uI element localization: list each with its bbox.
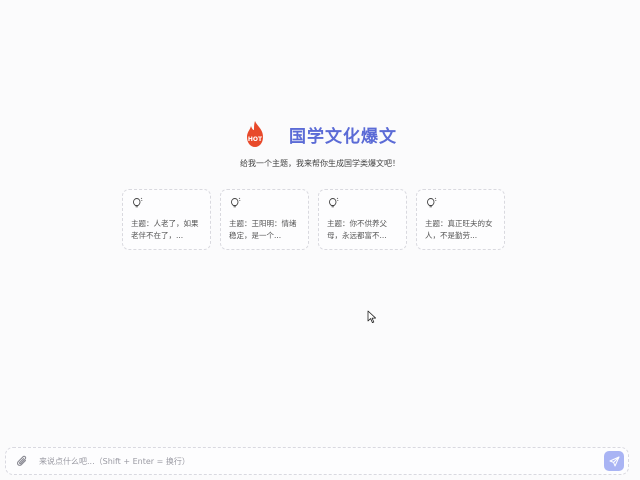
welcome-hero: HOT 国学文化爆文 给我一个主题，我来帮你生成国学类爆文吧！ [0,118,640,169]
send-icon [609,456,619,466]
suggestion-text: 主题：王阳明：情绪稳定，是一个... [229,219,297,240]
lightbulb-icon [329,197,339,208]
chat-composer [5,447,629,475]
send-button[interactable] [604,451,624,471]
page-subtitle: 给我一个主题，我来帮你生成国学类爆文吧！ [240,159,400,168]
title-row: HOT 国学文化爆文 [243,118,397,150]
mouse-pointer-icon [367,310,376,323]
paperclip-icon[interactable] [15,454,29,468]
suggestion-text: 主题：人老了，如果老伴不在了，... [131,219,199,240]
logo-text: HOT [248,136,263,143]
suggestion-text: 主题：你不供养父母，永远都富不... [327,219,387,240]
lightbulb-icon [133,197,143,208]
lightbulb-icon [427,197,437,208]
message-input[interactable] [37,450,604,472]
suggestion-cards: 主题：人老了，如果老伴不在了，... 主题：王阳明：情绪稳定，是一个... 主题… [122,189,505,250]
page-title: 国学文化爆文 [289,126,397,147]
suggestion-card[interactable]: 主题：你不供养父母，永远都富不... [318,189,407,250]
suggestion-card[interactable]: 主题：人老了，如果老伴不在了，... [122,189,211,250]
chat-page: HOT 国学文化爆文 给我一个主题，我来帮你生成国学类爆文吧！ 主题：人老了，如… [0,0,640,480]
suggestion-card[interactable]: 主题：真正旺夫的女人，不是勤劳... [416,189,505,250]
suggestion-text: 主题：真正旺夫的女人，不是勤劳... [425,219,493,240]
suggestion-card[interactable]: 主题：王阳明：情绪稳定，是一个... [220,189,309,250]
hot-fire-logo: HOT [243,120,267,148]
lightbulb-icon [231,197,241,208]
